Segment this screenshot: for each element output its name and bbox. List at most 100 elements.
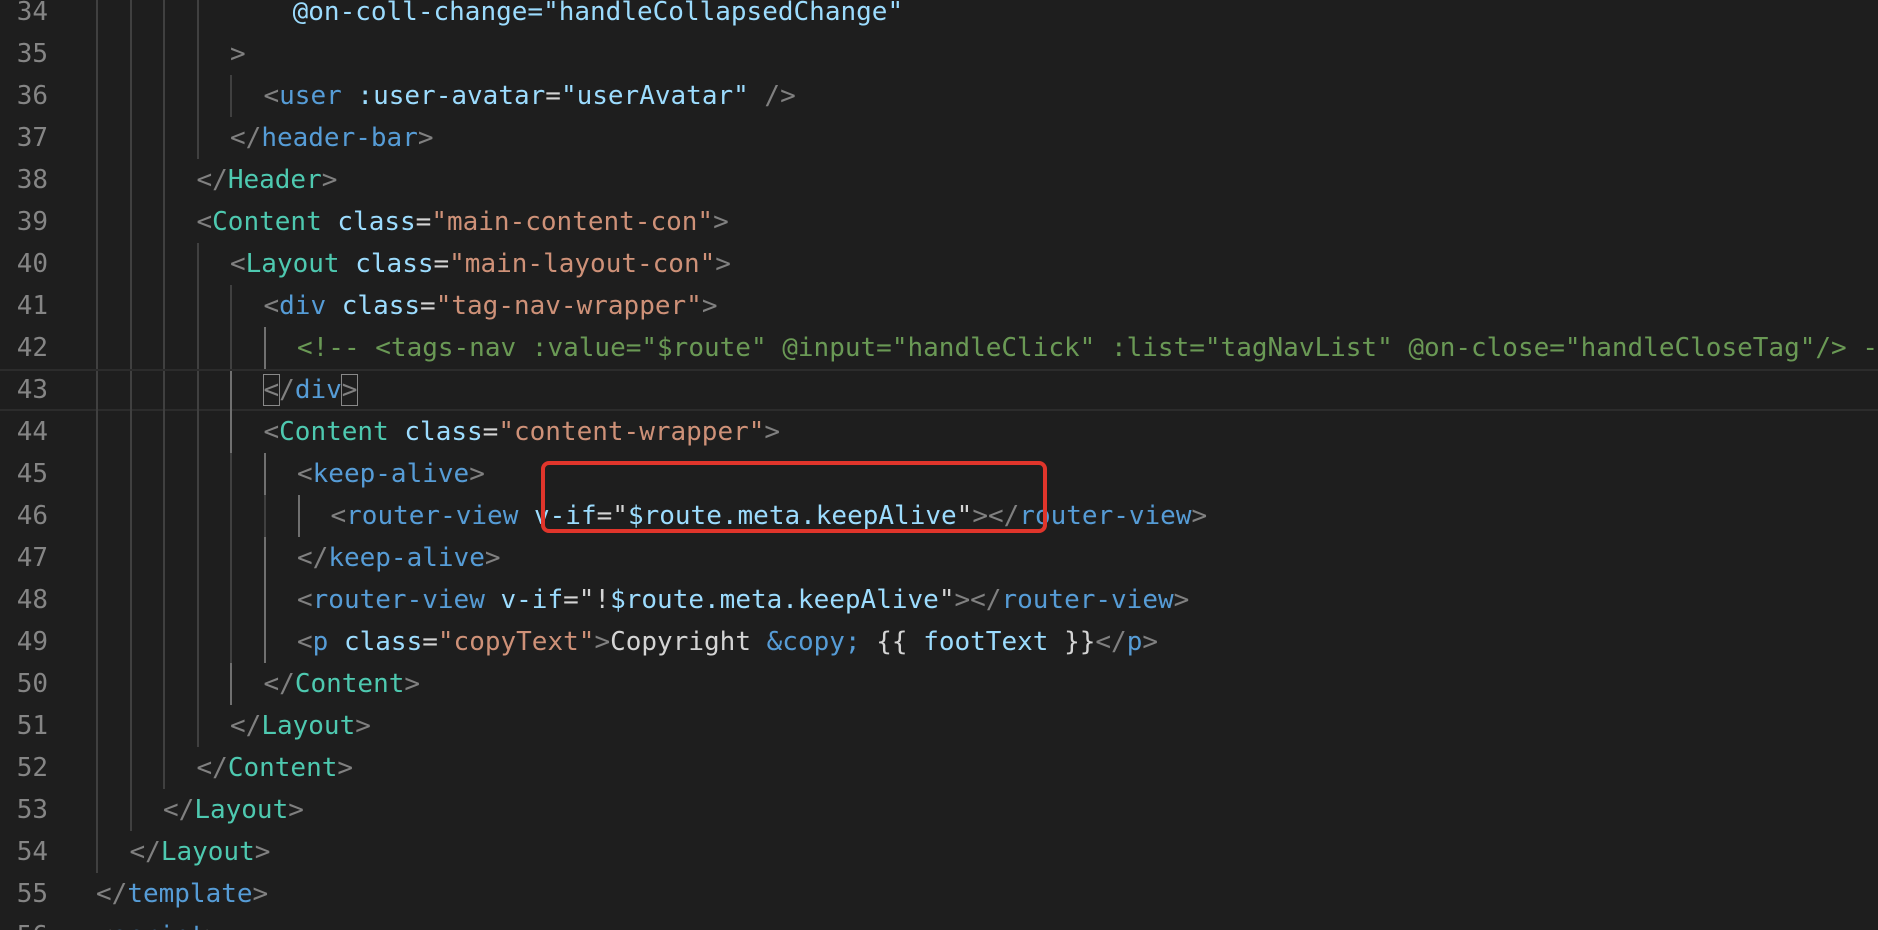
code-token: " <box>938 585 955 615</box>
code-token: = <box>545 81 561 111</box>
code-token: > <box>206 921 222 930</box>
code-token: </ <box>129 837 161 867</box>
indent-guide <box>130 327 132 369</box>
line-number: 43 <box>16 375 48 405</box>
code-line[interactable]: 39 <Content class="main-content-con"> <box>0 201 1878 243</box>
code-token: Layout <box>194 795 289 825</box>
code-token: < <box>297 585 313 615</box>
code-token: > <box>713 207 729 237</box>
indent-guide <box>230 495 232 537</box>
code-token: class <box>321 207 416 237</box>
line-number: 42 <box>16 333 48 363</box>
code-token: > <box>404 669 421 699</box>
indent-guide <box>230 75 232 117</box>
code-line[interactable]: 40 <Layout class="main-layout-con"> <box>0 243 1878 285</box>
code-token: > <box>321 165 338 195</box>
code-text: <router-view v-if="!$route.meta.keepAliv… <box>297 579 1189 621</box>
indent-guide <box>197 0 199 33</box>
indent-guide <box>230 285 232 327</box>
indent-guide <box>163 621 165 663</box>
code-line[interactable]: 51 </Layout> <box>0 705 1878 747</box>
line-number: 41 <box>16 291 48 321</box>
line-number: 45 <box>16 459 48 489</box>
code-token: class <box>328 627 423 657</box>
code-line[interactable]: 41 <div class="tag-nav-wrapper"> <box>0 285 1878 327</box>
indent-guide <box>264 327 266 369</box>
indent-guide <box>130 495 132 537</box>
indent-guide <box>264 579 266 621</box>
indent-guide <box>130 705 132 747</box>
code-token: > <box>1191 501 1208 531</box>
indent-guide <box>96 747 98 789</box>
code-token: v-if <box>484 585 564 615</box>
indent-guide <box>130 285 132 327</box>
indent-guide <box>96 0 98 33</box>
code-token: div <box>294 375 342 405</box>
indent-guide <box>130 33 132 75</box>
code-line[interactable]: 48 <router-view v-if="!$route.meta.keepAl… <box>0 579 1878 621</box>
code-token: "userAvatar" <box>560 81 749 111</box>
code-line[interactable]: 35 > <box>0 33 1878 75</box>
line-number: 49 <box>16 627 48 657</box>
code-line[interactable]: 53 </Layout> <box>0 789 1878 831</box>
code-token: = <box>422 627 438 657</box>
code-token: Copyright <box>610 627 767 657</box>
indent-guide <box>163 0 165 33</box>
code-token: < <box>263 291 280 321</box>
indent-guide <box>96 705 98 747</box>
indent-guide <box>197 705 199 747</box>
line-number: 36 <box>16 81 48 111</box>
code-line[interactable]: 56 <script> <box>0 915 1878 930</box>
code-line[interactable]: 47 </keep-alive> <box>0 537 1878 579</box>
code-text: </Layout> <box>130 831 271 873</box>
code-token: </ <box>230 123 262 153</box>
code-token: p <box>1126 627 1143 657</box>
code-token: "! <box>578 585 611 615</box>
indent-guide <box>230 663 232 705</box>
code-token: </ <box>297 543 329 573</box>
code-line[interactable]: 43 </div> <box>0 369 1878 413</box>
code-token: < <box>196 207 213 237</box>
indent-guide <box>130 0 132 33</box>
code-token: > <box>417 123 434 153</box>
indent-guide <box>163 327 165 369</box>
code-line[interactable]: 42 <!-- <tags-nav :value="$route" @input=… <box>0 327 1878 369</box>
code-editor[interactable]: 34 @on-coll-change="handleCollapsedChang… <box>0 0 1878 930</box>
code-token: < <box>262 374 281 406</box>
code-line[interactable]: 52 </Content> <box>0 747 1878 789</box>
code-token: < <box>297 627 313 657</box>
code-token: </ <box>1095 627 1127 657</box>
code-line[interactable]: 49 <p class="copyText">Copyright &copy; {… <box>0 621 1878 663</box>
code-line[interactable]: 37 </header-bar> <box>0 117 1878 159</box>
code-token: </ <box>96 879 128 909</box>
code-line[interactable]: 44 <Content class="content-wrapper"> <box>0 411 1878 453</box>
code-line[interactable]: 34 @on-coll-change="handleCollapsedChang… <box>0 0 1878 33</box>
code-line[interactable]: 36 <user :user-avatar="userAvatar" /> <box>0 75 1878 117</box>
code-text: <user :user-avatar="userAvatar" /> <box>264 75 796 117</box>
indent-guide <box>96 201 98 243</box>
indent-guide <box>163 285 165 327</box>
indent-guide <box>197 663 199 705</box>
code-token: ></ <box>954 585 1002 615</box>
indent-guide <box>163 117 165 159</box>
indent-guide <box>130 243 132 285</box>
code-line[interactable]: 55 </template> <box>0 873 1878 915</box>
code-token: {{ <box>860 627 924 657</box>
indent-guide <box>96 33 98 75</box>
line-number: 34 <box>16 0 48 27</box>
indent-guide <box>96 789 98 831</box>
indent-guide <box>96 579 98 621</box>
code-line[interactable]: 50 </Content> <box>0 663 1878 705</box>
indent-guide <box>163 705 165 747</box>
code-line[interactable]: 54 </Layout> <box>0 831 1878 873</box>
code-token: > <box>340 374 359 406</box>
code-token: keep-alive <box>328 543 485 573</box>
indent-guide <box>197 495 199 537</box>
code-text: </Layout> <box>163 789 304 831</box>
indent-guide <box>130 159 132 201</box>
indent-guide <box>96 327 98 369</box>
code-token: $route.meta.keepAlive <box>610 585 939 615</box>
indent-guide <box>230 537 232 579</box>
indent-guide <box>130 201 132 243</box>
code-line[interactable]: 38 </Header> <box>0 159 1878 201</box>
